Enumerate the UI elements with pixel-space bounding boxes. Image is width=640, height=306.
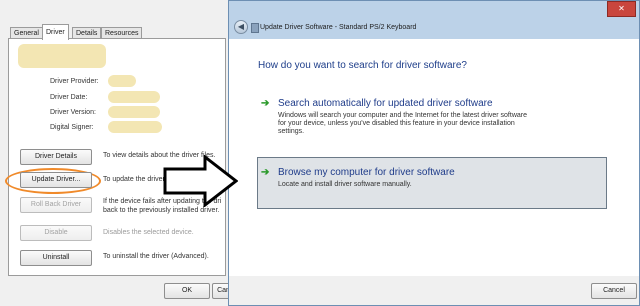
back-arrow-icon[interactable]: ◀ — [234, 20, 248, 34]
digital-signer-label: Digital Signer: — [50, 124, 94, 131]
close-icon[interactable]: ✕ — [607, 1, 636, 17]
tab-driver[interactable]: Driver — [42, 24, 69, 40]
driver-version-label: Driver Version: — [50, 109, 96, 116]
driver-date-label: Driver Date: — [50, 94, 88, 101]
redacted-provider-value — [108, 75, 136, 87]
roll-back-desc-line-2: back to the previously installed driver. — [103, 207, 220, 214]
green-arrow-icon: ➔ — [261, 98, 270, 109]
redacted-date-value — [108, 91, 160, 103]
search-auto-desc-line-3: settings. — [278, 128, 305, 135]
uninstall-desc: To uninstall the driver (Advanced). — [103, 253, 209, 260]
roll-back-driver-button[interactable]: Roll Back Driver — [20, 197, 92, 213]
wizard-cancel-button[interactable]: Cancel — [591, 283, 637, 299]
redacted-signer-value — [108, 121, 162, 133]
search-auto-desc-line-1: Windows will search your computer and th… — [278, 112, 527, 119]
driver-provider-label: Driver Provider: — [50, 78, 99, 85]
browse-my-computer-option[interactable]: Browse my computer for driver software — [278, 167, 455, 178]
right-arrow-icon — [163, 155, 238, 207]
update-driver-wizard: ✕ ◀ Update Driver Software - Standard PS… — [228, 0, 640, 306]
wizard-question: How do you want to search for driver sof… — [258, 60, 467, 71]
wizard-title: Update Driver Software - Standard PS/2 K… — [260, 24, 417, 31]
green-arrow-icon: ➔ — [261, 167, 270, 178]
search-automatically-option[interactable]: Search automatically for updated driver … — [278, 98, 493, 109]
driver-details-button[interactable]: Driver Details — [20, 149, 92, 165]
wizard-titlebar — [229, 1, 639, 39]
disable-button[interactable]: Disable — [20, 225, 92, 241]
uninstall-button[interactable]: Uninstall — [20, 250, 92, 266]
redacted-device-name — [18, 44, 106, 68]
search-auto-desc-line-2: for your device, unless you've disabled … — [278, 120, 515, 127]
update-driver-button[interactable]: Update Driver... — [20, 172, 92, 188]
browse-desc: Locate and install driver software manua… — [278, 181, 412, 188]
device-properties-dialog: General Driver Details Resources Driver … — [0, 0, 244, 306]
redacted-version-value — [108, 106, 160, 118]
ok-button[interactable]: OK — [164, 283, 210, 299]
device-manager-icon — [251, 23, 259, 33]
disable-desc: Disables the selected device. — [103, 229, 194, 236]
